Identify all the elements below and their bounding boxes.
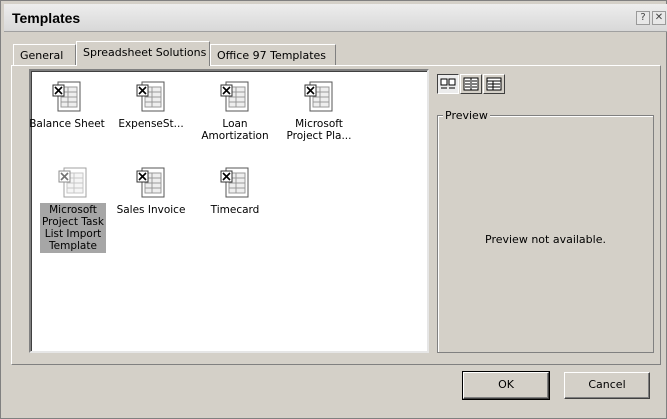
template-item-timecard[interactable]: Timecard [193,167,277,217]
spreadsheet-template-icon [136,81,165,112]
spreadsheet-template-icon [58,167,87,198]
preview-legend: Preview [443,109,490,122]
template-label: ExpenseSt... [118,118,184,130]
tab-panel: Balance Sheet ExpenseSt... Loan Amortiza… [11,65,661,365]
preview-group: Preview Preview not available. [437,109,654,353]
tab-general-label: General [20,49,64,62]
template-item-loan-amortization[interactable]: Loan Amortization [193,81,277,143]
template-label: Sales Invoice [116,204,186,216]
tab-spreadsheet-solutions[interactable]: Spreadsheet Solutions [76,41,210,66]
preview-message: Preview not available. [485,233,606,246]
title-bar[interactable]: Templates ? ✕ [4,4,667,32]
ok-button[interactable]: OK [462,371,550,400]
cancel-button[interactable]: Cancel [564,372,650,399]
template-label: Balance Sheet [29,118,105,130]
details-icon [486,77,502,91]
template-item-expense-statement[interactable]: ExpenseSt... [109,81,193,131]
template-label: Microsoft Project Task List Import Templ… [40,203,106,253]
window-title: Templates [12,10,81,26]
tab-office-97-templates-label: Office 97 Templates [217,49,327,62]
template-item-microsoft-project-task-list[interactable]: Microsoft Project Task List Import Templ… [31,167,115,253]
template-list[interactable]: Balance Sheet ExpenseSt... Loan Amortiza… [29,69,429,353]
large-icons-icon [440,78,456,89]
close-button[interactable]: ✕ [652,11,666,25]
help-button[interactable]: ? [636,11,650,25]
list-icon [463,77,479,91]
template-item-balance-sheet[interactable]: Balance Sheet [25,81,109,131]
spreadsheet-template-icon [52,81,81,112]
tab-office-97-templates[interactable]: Office 97 Templates [210,44,336,65]
tab-general[interactable]: General [13,44,76,65]
template-item-microsoft-project-plan[interactable]: Microsoft Project Pla... [277,81,361,143]
template-label: Microsoft Project Pla... [286,118,352,142]
template-label: Loan Amortization [201,118,269,142]
template-label: Timecard [210,204,260,216]
spreadsheet-template-icon [220,167,249,198]
spreadsheet-template-icon [304,81,333,112]
details-view-button[interactable] [483,74,505,94]
template-item-sales-invoice[interactable]: Sales Invoice [109,167,193,217]
spreadsheet-template-icon [220,81,249,112]
list-view-button[interactable] [460,74,482,94]
spreadsheet-template-icon [136,167,165,198]
large-icons-view-button[interactable] [437,74,459,94]
templates-dialog: Templates ? ✕ General Spreadsheet Soluti… [0,0,667,419]
tab-spreadsheet-solutions-label: Spreadsheet Solutions [83,46,207,59]
